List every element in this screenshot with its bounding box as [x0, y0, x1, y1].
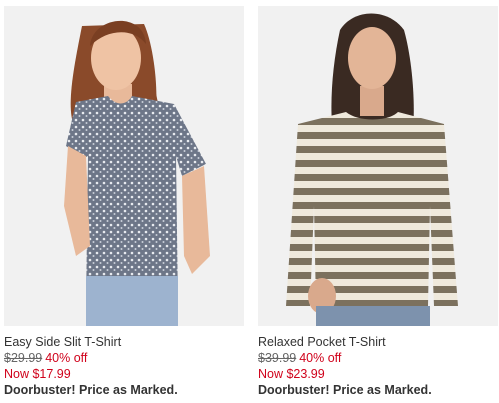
price-line: $29.99 40% off	[4, 350, 244, 366]
product-name[interactable]: Relaxed Pocket T-Shirt	[258, 334, 498, 350]
discount-label: 40% off	[45, 351, 88, 365]
original-price: $29.99	[4, 351, 43, 365]
product-name[interactable]: Easy Side Slit T-Shirt	[4, 334, 244, 350]
product-image[interactable]	[258, 6, 498, 326]
sale-price: Now $17.99	[4, 367, 71, 381]
original-price: $39.99	[258, 351, 297, 365]
price-line: $39.99 40% off	[258, 350, 498, 366]
product-image[interactable]	[4, 6, 244, 326]
discount-label: 40% off	[299, 351, 342, 365]
promo-text: Doorbuster! Price as Marked.	[258, 383, 432, 397]
sale-price: Now $23.99	[258, 367, 325, 381]
product-card[interactable]: Relaxed Pocket T-Shirt $39.99 40% off Now…	[258, 0, 498, 398]
product-card[interactable]: Easy Side Slit T-Shirt $29.99 40% off Now…	[4, 0, 244, 398]
product-grid: Easy Side Slit T-Shirt $29.99 40% off Now…	[0, 0, 499, 403]
promo-text: Doorbuster! Price as Marked.	[4, 383, 178, 397]
